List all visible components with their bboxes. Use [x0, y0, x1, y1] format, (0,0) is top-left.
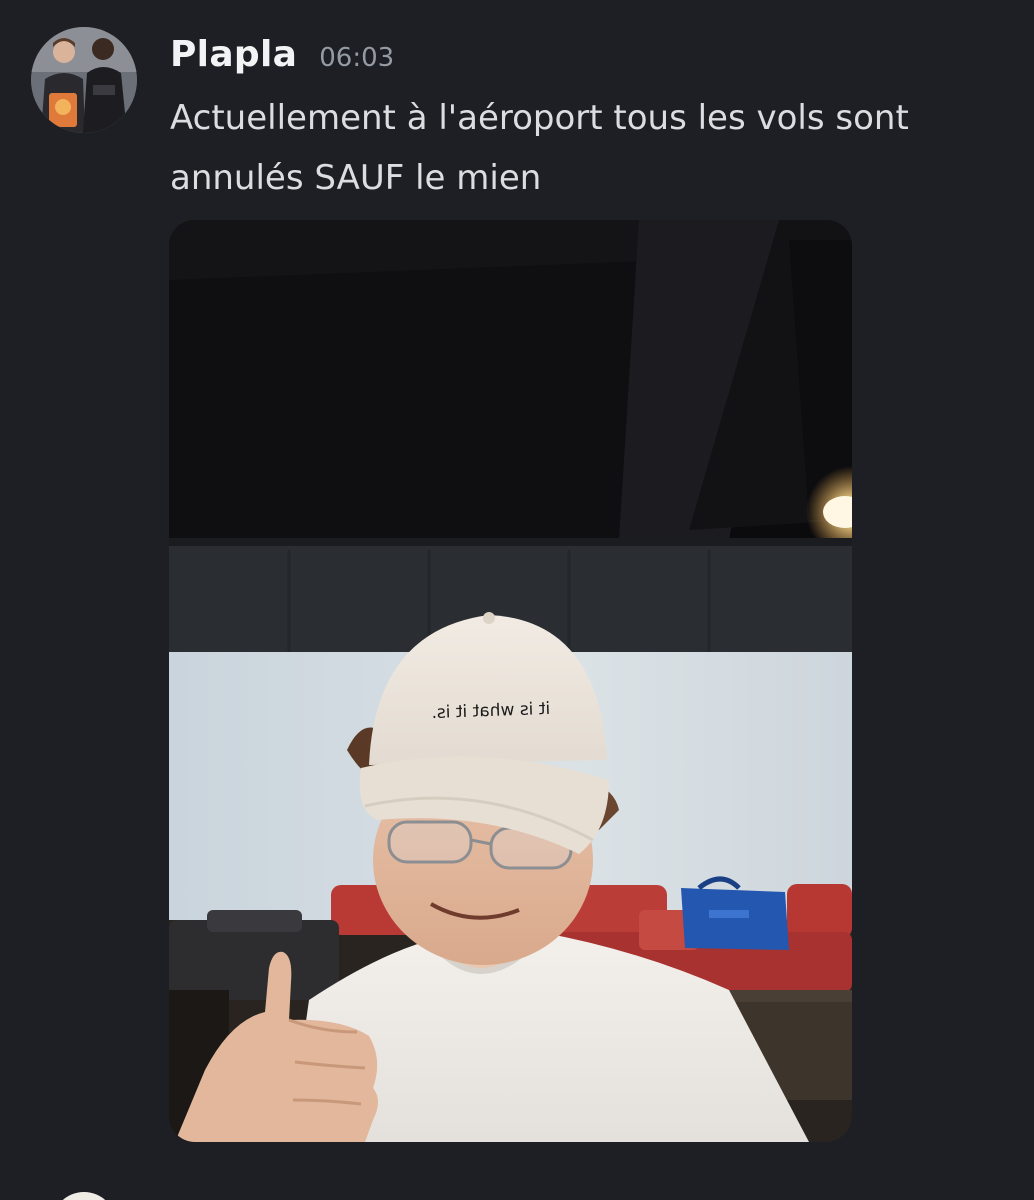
avatar[interactable] — [31, 27, 137, 133]
timestamp[interactable]: 06:03 — [319, 43, 394, 73]
image-attachment[interactable]: it is what it is. — [169, 220, 852, 1142]
message-header: Plapla 06:03 — [170, 34, 394, 75]
next-message-avatar[interactable] — [52, 1192, 116, 1200]
username[interactable]: Plapla — [170, 34, 297, 75]
chat-view: Plapla 06:03 Actuellement à l'aéroport t… — [0, 0, 1034, 1200]
cap-text: it is what it is. — [431, 699, 550, 723]
message-text: Actuellement à l'aéroport tous les vols … — [170, 98, 909, 198]
